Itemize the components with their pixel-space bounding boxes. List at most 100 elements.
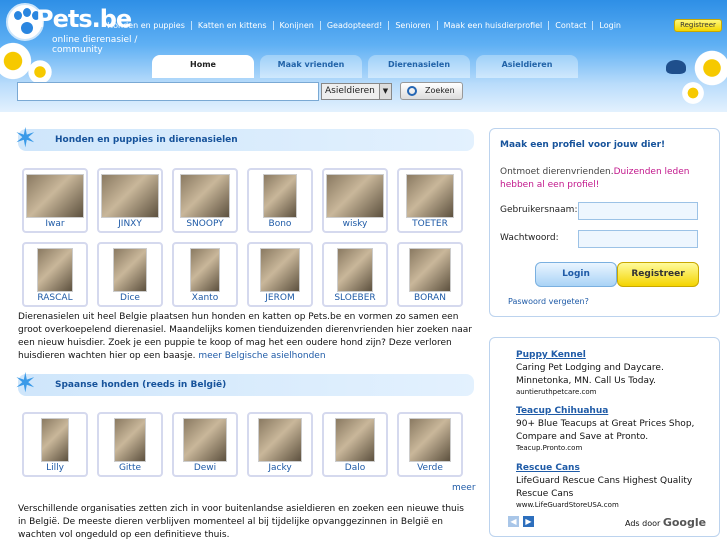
dog-name[interactable]: Jacky	[249, 463, 311, 473]
ad-description: 90+ Blue Teacups at Great Prices Shop, C…	[516, 419, 695, 442]
dog-card[interactable]: Lilly	[22, 412, 88, 477]
ad-url[interactable]: www.LifeGuardStoreUSA.com	[516, 501, 712, 509]
nav-huisdierprofiel[interactable]: Maak een huisdierprofiel	[438, 21, 550, 30]
dog-photo[interactable]	[113, 248, 147, 292]
ad-description: Caring Pet Lodging and Daycare. Minneton…	[516, 363, 664, 386]
nav-katten[interactable]: Katten en kittens	[192, 21, 274, 30]
dog-name[interactable]: TOETER	[399, 219, 461, 229]
ad-item[interactable]: Puppy Kennel Caring Pet Lodging and Dayc…	[516, 350, 712, 396]
dog-name[interactable]: Bono	[249, 219, 311, 229]
login-button[interactable]: Login	[535, 262, 617, 287]
nav-login[interactable]: Login	[593, 21, 627, 30]
dog-name[interactable]: Dice	[99, 293, 161, 303]
dog-photo[interactable]	[409, 418, 451, 462]
ad-title[interactable]: Teacup Chihuahua	[516, 406, 712, 416]
nav-konijnen[interactable]: Konijnen	[274, 21, 321, 30]
dog-name[interactable]: Lilly	[24, 463, 86, 473]
ad-title[interactable]: Puppy Kennel	[516, 350, 712, 360]
nav-senioren[interactable]: Senioren	[389, 21, 438, 30]
dog-card[interactable]: Dewi	[172, 412, 238, 477]
dog-name[interactable]: Dalo	[324, 463, 386, 473]
tab-maak-vrienden[interactable]: Maak vrienden	[260, 55, 362, 78]
login-panel: Maak een profiel voor jouw dier! Ontmoet…	[489, 128, 720, 317]
dog-photo[interactable]	[406, 174, 454, 218]
search-input[interactable]	[17, 82, 319, 101]
chevron-right-icon[interactable]: ▶	[523, 516, 534, 527]
dog-card[interactable]: SLOEBER	[322, 242, 388, 307]
register-button[interactable]: Registreer	[617, 262, 699, 287]
username-field[interactable]	[578, 202, 698, 220]
register-top-button[interactable]: Registreer	[674, 19, 722, 32]
dog-card[interactable]: Verde	[397, 412, 463, 477]
dog-name[interactable]: SNOOPY	[174, 219, 236, 229]
ad-url[interactable]: Teacup.Pronto.com	[516, 444, 712, 452]
dog-photo[interactable]	[263, 174, 297, 218]
dog-card[interactable]: JEROM	[247, 242, 313, 307]
ads-by-label: Ads door	[625, 519, 661, 528]
dog-photo[interactable]	[337, 248, 373, 292]
dog-photo[interactable]	[409, 248, 451, 292]
ad-item[interactable]: Teacup Chihuahua 90+ Blue Teacups at Gre…	[516, 406, 712, 452]
dog-card[interactable]: Jacky	[247, 412, 313, 477]
category-select[interactable]: Asieldieren ▼	[321, 83, 392, 100]
chevron-left-icon[interactable]: ◀	[508, 516, 519, 527]
dog-name[interactable]: Iwar	[24, 219, 86, 229]
dog-card[interactable]: Dice	[97, 242, 163, 307]
nav-honden[interactable]: Honden en puppies	[101, 21, 192, 30]
dog-name[interactable]: wisky	[324, 219, 386, 229]
ad-title[interactable]: Rescue Cans	[516, 463, 712, 473]
dog-photo[interactable]	[183, 418, 227, 462]
dog-card[interactable]: Gitte	[97, 412, 163, 477]
main-tabs: Home Maak vrienden Dierenasielen Asieldi…	[152, 55, 578, 78]
tab-asieldieren[interactable]: Asieldieren	[476, 55, 578, 78]
dog-card[interactable]: BORAN	[397, 242, 463, 307]
dog-card[interactable]: Dalo	[322, 412, 388, 477]
dog-card[interactable]: Iwar	[22, 168, 88, 233]
dog-card[interactable]: JINXY	[97, 168, 163, 233]
dog-card[interactable]: RASCAL	[22, 242, 88, 307]
dog-photo[interactable]	[335, 418, 375, 462]
dog-card[interactable]: Xanto	[172, 242, 238, 307]
ad-url[interactable]: auntieruthpetcare.com	[516, 388, 712, 396]
dog-card[interactable]: Bono	[247, 168, 313, 233]
password-field[interactable]	[578, 230, 698, 248]
more-belgian-dogs-link[interactable]: meer Belgische asielhonden	[198, 351, 325, 361]
dog-name[interactable]: JINXY	[99, 219, 161, 229]
forgot-password-link[interactable]: Paswoord vergeten?	[508, 297, 589, 306]
nav-contact[interactable]: Contact	[549, 21, 594, 30]
dog-name[interactable]: Verde	[399, 463, 461, 473]
dog-name[interactable]: Dewi	[174, 463, 236, 473]
search-icon	[407, 86, 417, 96]
dog-photo[interactable]	[41, 418, 69, 462]
dog-name[interactable]: JEROM	[249, 293, 311, 303]
dog-photo[interactable]	[326, 174, 384, 218]
dog-name[interactable]: RASCAL	[24, 293, 86, 303]
dog-name[interactable]: Xanto	[174, 293, 236, 303]
chevron-down-icon[interactable]: ▼	[379, 84, 391, 99]
dog-name[interactable]: BORAN	[399, 293, 461, 303]
dog-photo[interactable]	[180, 174, 230, 218]
ads-by-google[interactable]: Ads door Google	[625, 516, 706, 529]
dog-name[interactable]: Gitte	[99, 463, 161, 473]
section-heading-honden: ✶ Honden en puppies in dierenasielen	[14, 125, 474, 153]
dog-name[interactable]: SLOEBER	[324, 293, 386, 303]
search-button[interactable]: Zoeken	[400, 82, 463, 100]
dog-card[interactable]: TOETER	[397, 168, 463, 233]
dog-photo[interactable]	[260, 248, 300, 292]
ad-item[interactable]: Rescue Cans LifeGuard Rescue Cans Highes…	[516, 463, 712, 509]
dog-photo[interactable]	[190, 248, 220, 292]
dog-photo[interactable]	[114, 418, 146, 462]
dog-photo[interactable]	[258, 418, 302, 462]
dog-photo[interactable]	[26, 174, 84, 218]
section-heading-spaanse: ✶ Spaanse honden (reeds in België)	[14, 370, 474, 398]
dog-silhouette-icon	[666, 60, 686, 74]
dog-card[interactable]: SNOOPY	[172, 168, 238, 233]
nav-geadopteerd[interactable]: Geadopteerd!	[321, 21, 390, 30]
more-spanish-dogs-link[interactable]: meer	[452, 483, 476, 493]
dog-photo[interactable]	[37, 248, 73, 292]
tab-home[interactable]: Home	[152, 55, 254, 78]
tab-dierenasielen[interactable]: Dierenasielen	[368, 55, 470, 78]
dog-photo[interactable]	[101, 174, 159, 218]
dog-card[interactable]: wisky	[322, 168, 388, 233]
login-title: Maak een profiel voor jouw dier!	[500, 140, 666, 150]
